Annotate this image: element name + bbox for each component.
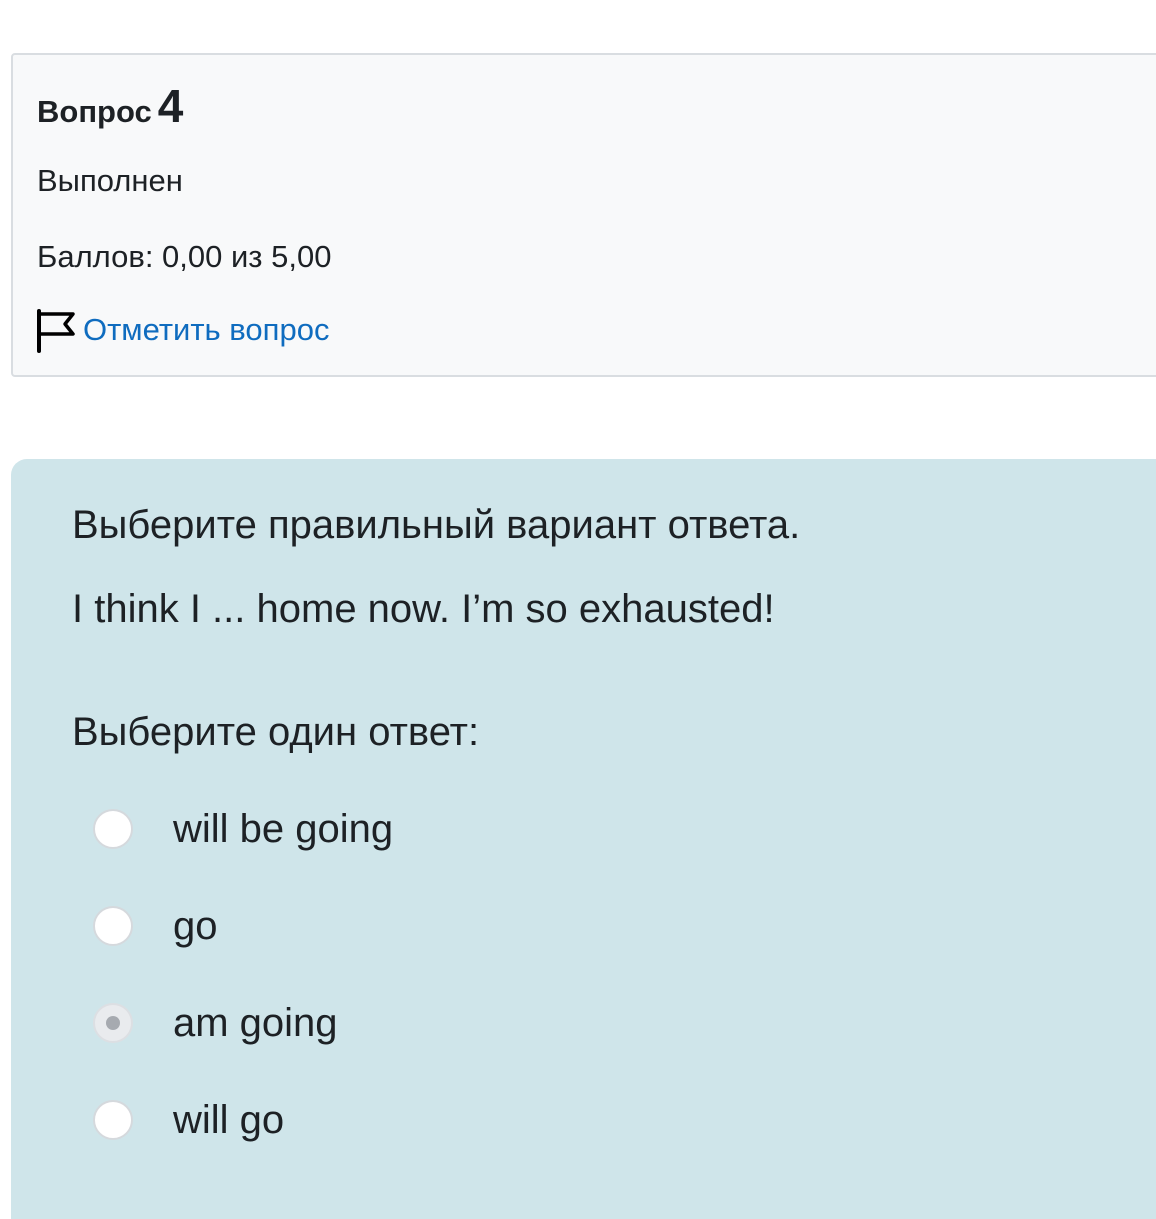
answer-option-go[interactable]: go bbox=[93, 902, 218, 950]
answer-option-label[interactable]: am going bbox=[173, 1001, 338, 1046]
question-instruction: Выберите правильный вариант ответа. bbox=[72, 503, 801, 547]
question-grade: Баллов: 0,00 из 5,00 bbox=[37, 239, 332, 274]
question-text: I think I ... home now. I’m so exhausted… bbox=[72, 587, 775, 631]
flag-question-label[interactable]: Отметить вопрос bbox=[83, 312, 329, 348]
radio-dot bbox=[106, 1016, 120, 1030]
answer-option-label[interactable]: go bbox=[173, 904, 218, 949]
answer-prompt: Выберите один ответ: bbox=[72, 710, 480, 754]
flag-icon bbox=[35, 307, 77, 353]
radio-button[interactable] bbox=[93, 809, 133, 849]
question-content-panel: Выберите правильный вариант ответа. I th… bbox=[11, 459, 1156, 1219]
answer-option-label[interactable]: will be going bbox=[173, 807, 393, 852]
question-word: Вопрос bbox=[37, 94, 152, 129]
answer-option-label[interactable]: will go bbox=[173, 1098, 284, 1143]
question-info-panel: Вопрос 4 Выполнен Баллов: 0,00 из 5,00 От… bbox=[11, 53, 1156, 377]
answer-option-am-going[interactable]: am going bbox=[93, 999, 338, 1047]
radio-button[interactable] bbox=[93, 1100, 133, 1140]
question-title: Вопрос 4 bbox=[37, 79, 183, 133]
question-number: 4 bbox=[157, 80, 184, 132]
radio-button-selected[interactable] bbox=[93, 1003, 133, 1043]
answer-option-will-go[interactable]: will go bbox=[93, 1096, 284, 1144]
radio-button[interactable] bbox=[93, 906, 133, 946]
question-state: Выполнен bbox=[37, 163, 183, 198]
answer-option-will-be-going[interactable]: will be going bbox=[93, 805, 393, 853]
flag-question-link[interactable]: Отметить вопрос bbox=[35, 307, 329, 353]
